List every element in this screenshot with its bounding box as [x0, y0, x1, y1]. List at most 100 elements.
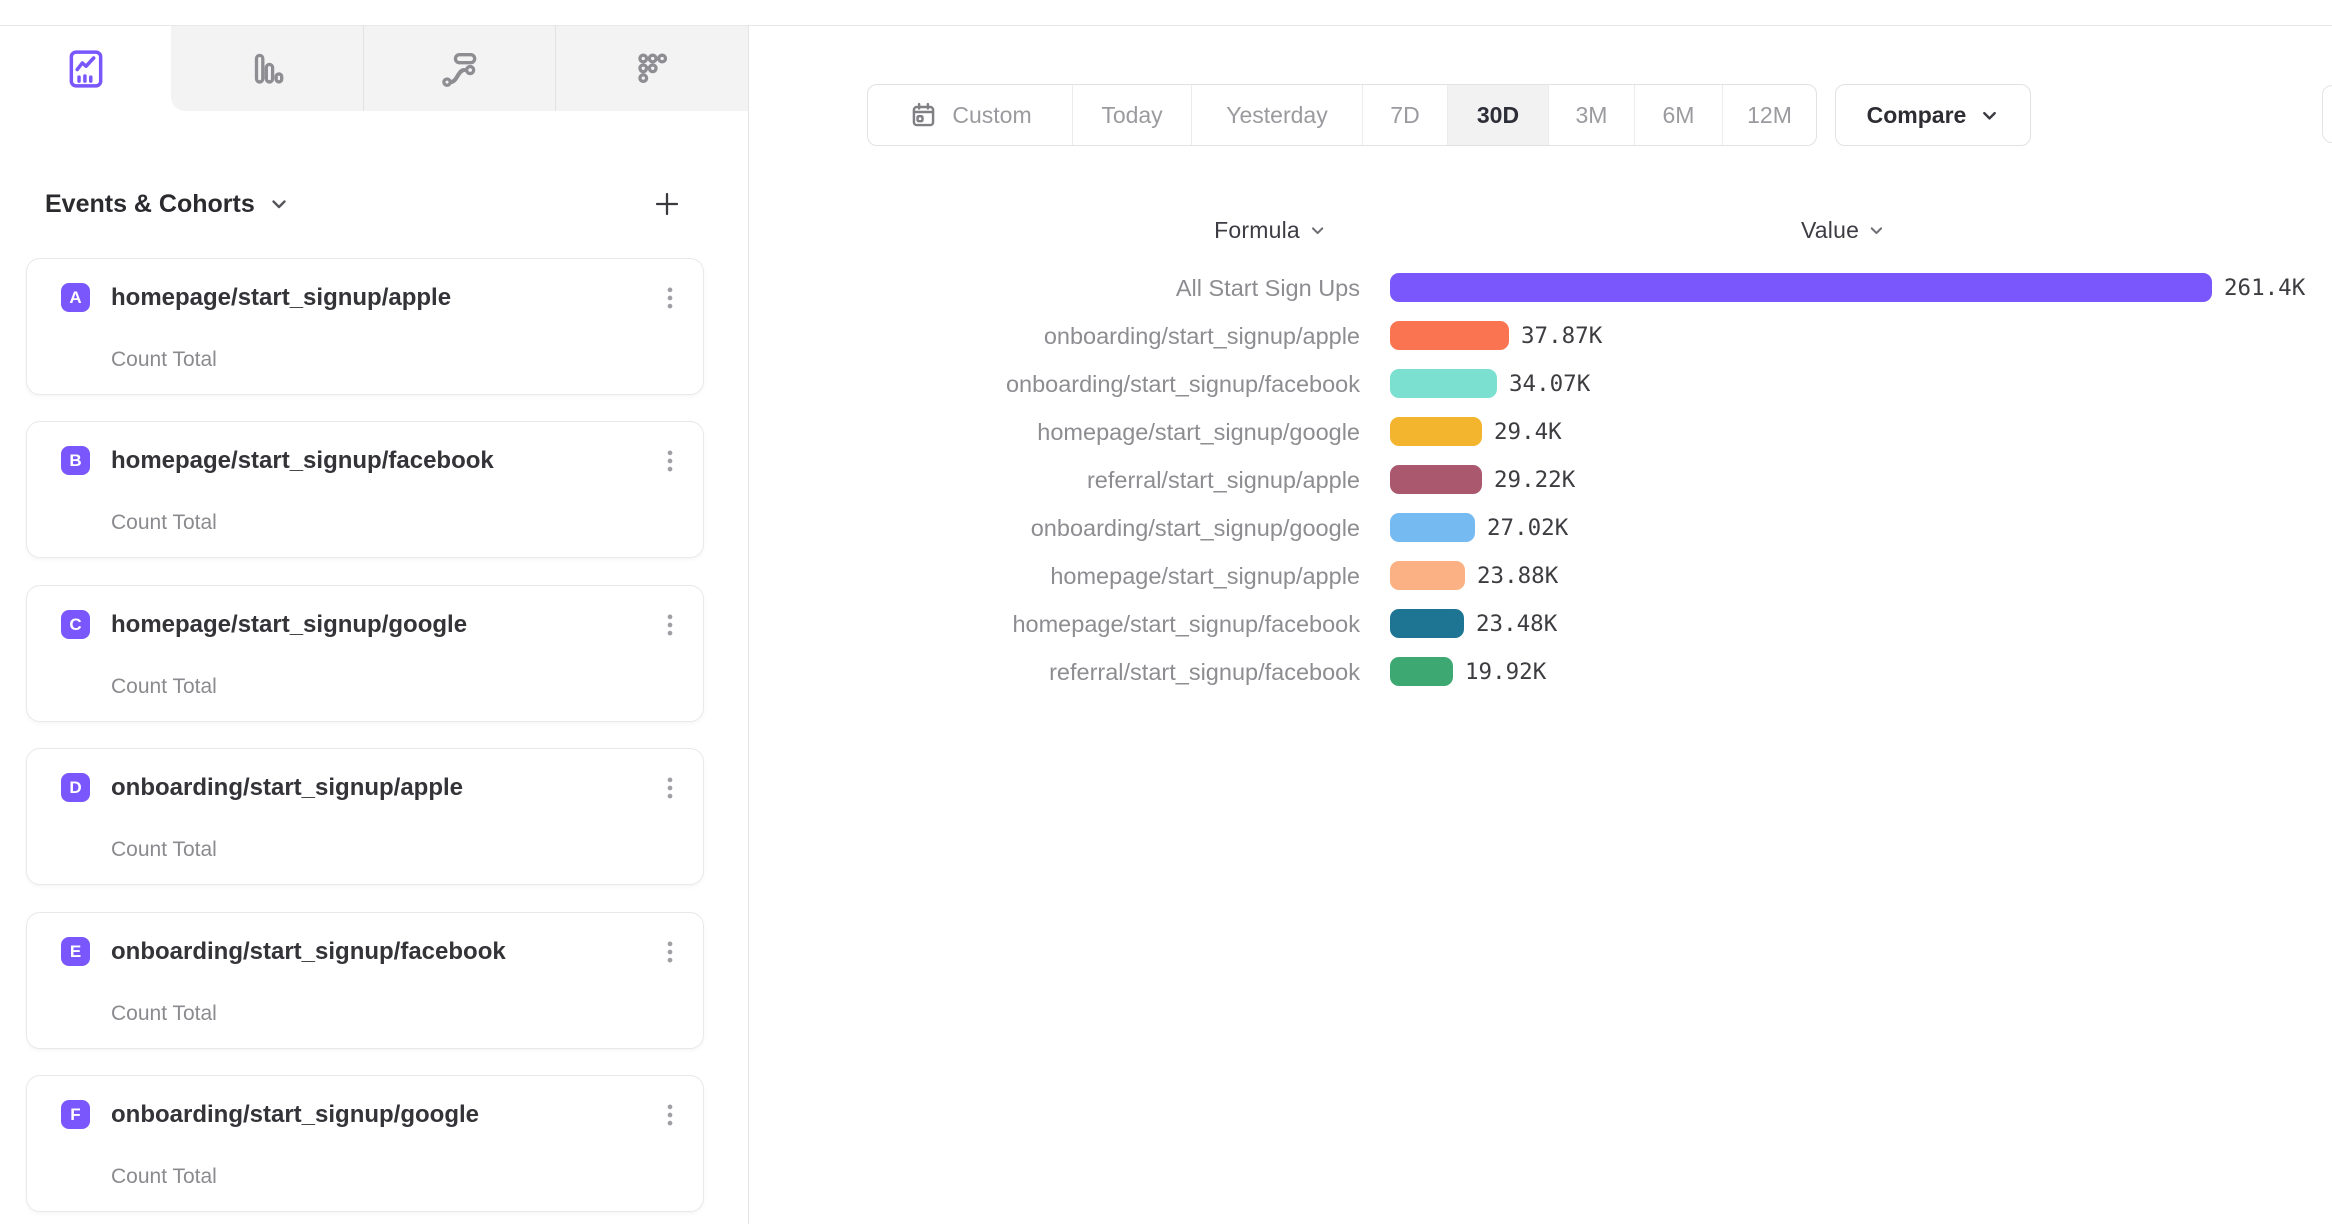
date-range-label: Custom: [952, 102, 1031, 129]
chart-row-value: 23.88K: [1477, 561, 1558, 591]
chart-row-label: homepage/start_signup/facebook: [750, 609, 1360, 639]
event-measure[interactable]: Count Total: [111, 1001, 217, 1027]
kebab-menu-icon[interactable]: [657, 937, 683, 967]
date-range-control: Custom Today Yesterday 7D 30D 3M 6M 12M: [867, 84, 1817, 146]
event-name: onboarding/start_signup/facebook: [111, 937, 506, 967]
date-range-7d[interactable]: 7D: [1362, 85, 1447, 145]
chart-row-label: onboarding/start_signup/facebook: [750, 369, 1360, 399]
chevron-down-icon: [1980, 106, 1999, 125]
date-range-3m[interactable]: 3M: [1548, 85, 1634, 145]
formula-column-header[interactable]: Formula: [1214, 215, 1326, 245]
report-type-tabbar: [0, 26, 748, 111]
date-range-label: Yesterday: [1226, 102, 1327, 129]
date-range-label: 12M: [1747, 102, 1792, 129]
event-measure[interactable]: Count Total: [111, 510, 217, 536]
event-measure[interactable]: Count Total: [111, 347, 217, 373]
event-card-b[interactable]: B homepage/start_signup/facebook Count T…: [26, 421, 704, 558]
event-measure[interactable]: Count Total: [111, 1164, 217, 1190]
chart-row-value: 19.92K: [1465, 657, 1546, 687]
event-letter-badge: A: [61, 283, 90, 312]
edge-cutoff-button[interactable]: [2322, 85, 2332, 143]
event-name: homepage/start_signup/apple: [111, 283, 451, 313]
events-cohorts-title[interactable]: Events & Cohorts: [45, 190, 289, 219]
compare-button[interactable]: Compare: [1835, 84, 2031, 146]
event-card-f[interactable]: F onboarding/start_signup/google Count T…: [26, 1075, 704, 1212]
chart-bar[interactable]: [1390, 273, 2212, 302]
chart-bar[interactable]: [1390, 513, 1475, 542]
tab-bar-report[interactable]: [171, 26, 363, 111]
chart-row-label: homepage/start_signup/apple: [750, 561, 1360, 591]
date-range-label: 30D: [1477, 102, 1519, 129]
flow-icon: [439, 48, 481, 90]
chart-bar[interactable]: [1390, 465, 1482, 494]
event-name: homepage/start_signup/google: [111, 610, 467, 640]
kebab-menu-icon[interactable]: [657, 1100, 683, 1130]
date-range-yesterday[interactable]: Yesterday: [1191, 85, 1362, 145]
kebab-menu-icon[interactable]: [657, 283, 683, 313]
value-column-header[interactable]: Value: [1801, 215, 1885, 245]
calendar-icon: [908, 100, 939, 131]
chart-bar[interactable]: [1390, 657, 1453, 686]
event-measure[interactable]: Count Total: [111, 837, 217, 863]
date-range-label: 3M: [1576, 102, 1608, 129]
kebab-menu-icon[interactable]: [657, 610, 683, 640]
date-range-6m[interactable]: 6M: [1634, 85, 1722, 145]
chart-bar[interactable]: [1390, 561, 1465, 590]
event-letter-badge: D: [61, 773, 90, 802]
chevron-down-icon: [269, 194, 289, 214]
inactive-tabs-group: [171, 26, 748, 111]
chart-bar[interactable]: [1390, 369, 1497, 398]
kebab-menu-icon[interactable]: [657, 773, 683, 803]
event-card-e[interactable]: E onboarding/start_signup/facebook Count…: [26, 912, 704, 1049]
event-card-a[interactable]: A homepage/start_signup/apple Count Tota…: [26, 258, 704, 395]
chart-bar[interactable]: [1390, 417, 1482, 446]
compare-label: Compare: [1867, 102, 1967, 129]
grid-dots-icon: [631, 48, 673, 90]
date-range-today[interactable]: Today: [1072, 85, 1191, 145]
event-measure[interactable]: Count Total: [111, 674, 217, 700]
chart-row-value: 29.4K: [1494, 417, 1562, 447]
date-range-12m[interactable]: 12M: [1722, 85, 1816, 145]
date-range-label: Today: [1101, 102, 1162, 129]
chart-row-label: All Start Sign Ups: [750, 273, 1360, 303]
app-window: Events & Cohorts A homepage/start_signup…: [0, 0, 2332, 1224]
chart-row-value: 34.07K: [1509, 369, 1590, 399]
chart-row-label: onboarding/start_signup/google: [750, 513, 1360, 543]
event-letter-badge: B: [61, 446, 90, 475]
event-name: onboarding/start_signup/apple: [111, 773, 463, 803]
date-range-label: 7D: [1390, 102, 1419, 129]
tab-flows-report[interactable]: [363, 26, 556, 111]
event-name: homepage/start_signup/facebook: [111, 446, 494, 476]
tab-insights[interactable]: [0, 26, 171, 111]
event-letter-badge: F: [61, 1100, 90, 1129]
chart-row-value: 27.02K: [1487, 513, 1568, 543]
chart-row-value: 29.22K: [1494, 465, 1575, 495]
plus-icon: [651, 188, 683, 220]
chart-row-label: onboarding/start_signup/apple: [750, 321, 1360, 351]
chart-row-label: referral/start_signup/facebook: [750, 657, 1360, 687]
event-name: onboarding/start_signup/google: [111, 1100, 479, 1130]
tab-retention-report[interactable]: [555, 26, 748, 111]
bar-chart-icon: [246, 48, 288, 90]
event-letter-badge: E: [61, 937, 90, 966]
chart-row-value: 261.4K: [2224, 273, 2305, 303]
value-header-label: Value: [1801, 217, 1859, 244]
event-card-d[interactable]: D onboarding/start_signup/apple Count To…: [26, 748, 704, 885]
date-range-custom[interactable]: Custom: [868, 85, 1072, 145]
top-strip: [0, 0, 2332, 26]
event-letter-badge: C: [61, 610, 90, 639]
chart-row-label: homepage/start_signup/google: [750, 417, 1360, 447]
add-event-button[interactable]: [649, 186, 685, 222]
kebab-menu-icon[interactable]: [657, 446, 683, 476]
report-main-area: Custom Today Yesterday 7D 30D 3M 6M 12M Compare…: [750, 26, 2332, 1224]
chart-bar[interactable]: [1390, 321, 1509, 350]
chart-row-value: 37.87K: [1521, 321, 1602, 351]
events-cohorts-label: Events & Cohorts: [45, 190, 255, 219]
query-sidebar: Events & Cohorts A homepage/start_signup…: [0, 26, 749, 1224]
date-range-30d[interactable]: 30D: [1447, 85, 1548, 145]
chevron-down-icon: [1309, 222, 1326, 239]
chart-bar[interactable]: [1390, 609, 1464, 638]
formula-header-label: Formula: [1214, 217, 1300, 244]
line-chart-icon: [64, 47, 108, 91]
event-card-c[interactable]: C homepage/start_signup/google Count Tot…: [26, 585, 704, 722]
